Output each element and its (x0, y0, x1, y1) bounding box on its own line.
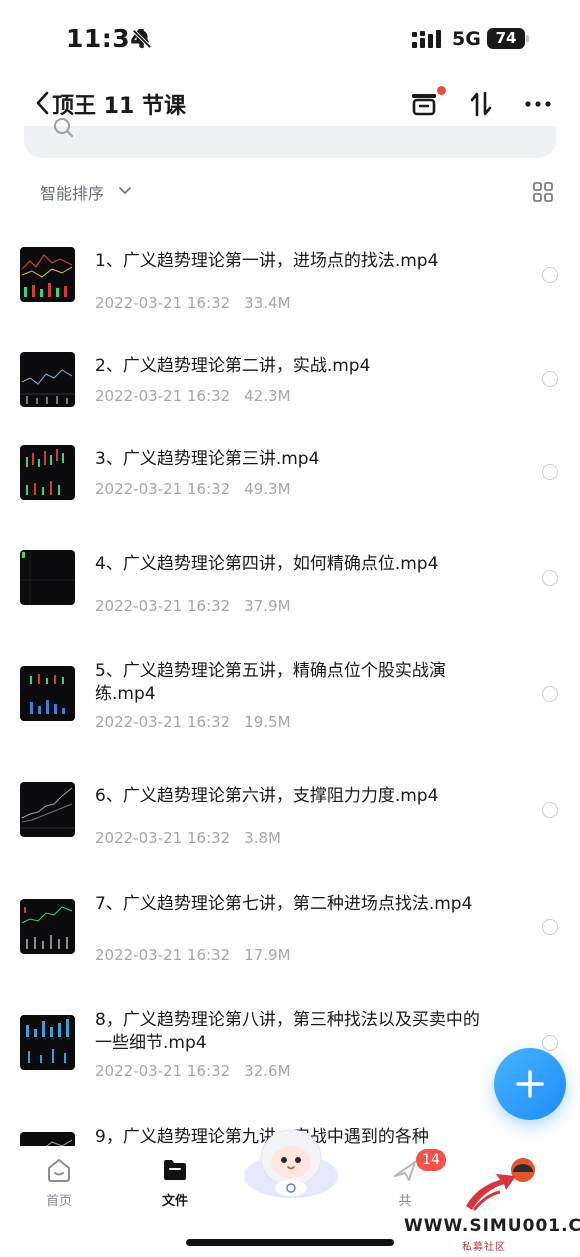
tab-home[interactable]: 首页 (19, 1146, 99, 1216)
file-item[interactable]: 8，广义趋势理论第八讲，第三种找法以及买卖中的一些细节.mp4 2022-03-… (0, 1010, 580, 1131)
more-icon[interactable] (522, 88, 554, 120)
file-size: 33.4M (244, 294, 291, 312)
notification-dot (437, 86, 446, 95)
file-name: 2、广义趋势理论第二讲，实战.mp4 (95, 356, 371, 376)
file-size: 3.8M (244, 829, 281, 847)
video-thumbnail (20, 899, 75, 954)
select-radio[interactable] (542, 267, 558, 283)
select-radio[interactable] (542, 464, 558, 480)
file-date: 2022-03-21 16:32 (95, 1062, 231, 1080)
file-item[interactable]: 1、广义趋势理论第一讲，进场点的找法.mp4 2022-03-21 16:32 3… (0, 247, 580, 363)
video-thumbnail (20, 550, 75, 605)
file-name: 1、广义趋势理论第一讲，进场点的找法.mp4 (95, 251, 439, 271)
file-meta: 2022-03-21 16:32 42.3M (95, 387, 291, 405)
watermark-text: WWW.SIMU001.CN (404, 1216, 580, 1236)
notification-badge: 14 (416, 1149, 446, 1171)
file-meta: 2022-03-21 16:32 49.3M (95, 480, 291, 498)
file-date: 2022-03-21 16:32 (95, 946, 231, 964)
home-indicator (186, 1239, 394, 1246)
search-bar[interactable] (24, 118, 556, 158)
video-thumbnail (20, 1132, 75, 1146)
file-date: 2022-03-21 16:32 (95, 387, 231, 405)
transfer-list-icon[interactable] (408, 88, 440, 120)
tab-label: 文件 (161, 1194, 188, 1209)
file-name: 4、广义趋势理论第四讲，如何精确点位.mp4 (95, 554, 439, 574)
sort-button[interactable]: 智能排序 (40, 180, 104, 204)
mascot-button[interactable] (242, 1126, 340, 1202)
watermark: WWW.SIMU001.CN 私募社区 (400, 1170, 580, 1253)
file-size: 19.5M (244, 713, 291, 731)
file-size: 17.9M (244, 946, 291, 964)
file-meta: 2022-03-21 16:32 3.8M (95, 829, 281, 847)
file-size: 32.6M (244, 1062, 291, 1080)
file-item[interactable]: 6、广义趋势理论第六讲，支撑阻力力度.mp4 2022-03-21 16:32 3… (0, 782, 580, 898)
select-radio[interactable] (542, 919, 558, 935)
back-arrow-icon[interactable] (34, 89, 52, 117)
file-name: 6、广义趋势理论第六讲，支撑阻力力度.mp4 (95, 786, 439, 806)
file-name: 8，广义趋势理论第八讲，第三种找法以及买卖中的一些细节.mp4 (95, 1010, 480, 1053)
file-item[interactable]: 5、广义趋势理论第五讲，精确点位个股实战演练.mp4 2022-03-21 16… (0, 661, 580, 782)
video-thumbnail (20, 247, 75, 302)
file-item[interactable]: 7、广义趋势理论第七讲，第二种进场点找法.mp4 2022-03-21 16:3… (0, 894, 580, 1015)
select-radio[interactable] (542, 570, 558, 586)
file-meta: 2022-03-21 16:32 19.5M (95, 713, 291, 731)
select-radio[interactable] (542, 802, 558, 818)
file-item[interactable]: 3、广义趋势理论第三讲.mp4 2022-03-21 16:32 49.3M (0, 445, 580, 561)
file-name: 5、广义趋势理论第五讲，精确点位个股实战演练.mp4 (95, 661, 446, 704)
battery-icon: 74 (487, 28, 529, 49)
file-date: 2022-03-21 16:32 (95, 294, 231, 312)
file-meta: 2022-03-21 16:32 37.9M (95, 597, 291, 615)
select-radio[interactable] (542, 371, 558, 387)
nav-bar: 顶王 11 节课 (0, 80, 580, 126)
status-bar: 11:34 5G 74 (0, 0, 580, 80)
select-radio[interactable] (542, 1035, 558, 1051)
add-button[interactable] (494, 1048, 566, 1120)
signal-icon (412, 30, 441, 48)
tab-label: 首页 (45, 1194, 72, 1209)
chevron-down-icon[interactable] (118, 184, 132, 198)
watermark-logo-icon (466, 1174, 516, 1211)
folder-icon (164, 1160, 186, 1180)
tab-files[interactable]: 文件 (135, 1146, 215, 1216)
file-list: 1、广义趋势理论第一讲，进场点的找法.mp4 2022-03-21 16:32 3… (0, 230, 580, 1146)
network-type: 5G (452, 28, 481, 50)
sort-row: 智能排序 (0, 176, 580, 208)
video-thumbnail (20, 1015, 75, 1070)
watermark-subtext: 私募社区 (462, 1242, 506, 1253)
file-name: 7、广义趋势理论第七讲，第二种进场点找法.mp4 (95, 894, 473, 914)
plus-icon (516, 1070, 544, 1098)
file-date: 2022-03-21 16:32 (95, 597, 231, 615)
video-thumbnail (20, 666, 75, 721)
video-thumbnail (20, 445, 75, 500)
file-name: 3、广义趋势理论第三讲.mp4 (95, 449, 320, 469)
file-size: 49.3M (244, 480, 291, 498)
file-size: 42.3M (244, 387, 291, 405)
grid-view-icon[interactable] (532, 181, 554, 203)
file-meta: 2022-03-21 16:32 17.9M (95, 946, 291, 964)
video-thumbnail (20, 782, 75, 837)
file-item[interactable]: 4、广义趋势理论第四讲，如何精确点位.mp4 2022-03-21 16:32 3… (0, 550, 580, 666)
file-date: 2022-03-21 16:32 (95, 713, 231, 731)
sort-arrows-icon[interactable] (465, 88, 497, 120)
search-icon (54, 118, 73, 137)
file-meta: 2022-03-21 16:32 33.4M (95, 294, 291, 312)
file-date: 2022-03-21 16:32 (95, 480, 231, 498)
file-size: 37.9M (244, 597, 291, 615)
select-radio[interactable] (542, 686, 558, 702)
file-meta: 2022-03-21 16:32 32.6M (95, 1062, 291, 1080)
battery-level: 74 (487, 28, 525, 49)
home-icon (48, 1159, 70, 1182)
bell-muted-icon (132, 29, 152, 49)
video-thumbnail (20, 352, 75, 407)
file-date: 2022-03-21 16:32 (95, 829, 231, 847)
